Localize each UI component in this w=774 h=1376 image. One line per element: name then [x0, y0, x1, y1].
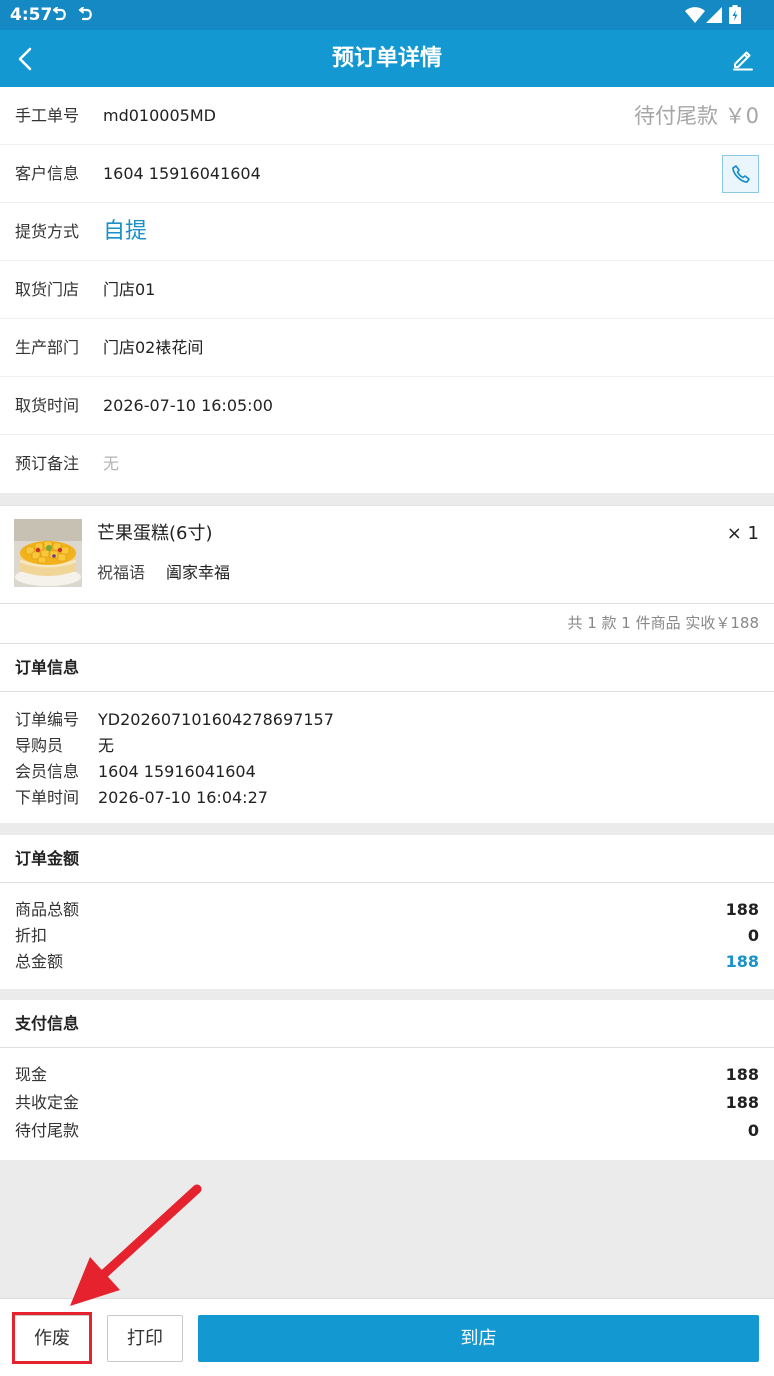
section-title: 订单金额	[15, 849, 80, 868]
detail-label: 取货门店	[15, 280, 80, 299]
payment-label: 共收定金	[15, 1093, 80, 1112]
detail-label: 取货时间	[15, 396, 80, 415]
app-header: 预订单详情	[0, 30, 774, 87]
order-details: 手工单号 md010005MD 待付尾款 ￥0 客户信息 1604 159160…	[0, 87, 774, 493]
notification-icon	[77, 6, 95, 23]
payment-row: 现金 188	[0, 1061, 774, 1089]
total-amount-value: 188	[725, 952, 759, 971]
section-title: 支付信息	[15, 1014, 80, 1033]
back-button[interactable]	[8, 42, 42, 76]
info-value: 1604 15916041604	[98, 762, 256, 781]
detail-label: 手工单号	[15, 106, 80, 125]
info-row: 订单编号 YD202607101604278697157	[0, 707, 774, 733]
phone-icon	[731, 164, 751, 184]
detail-row-department: 生产部门 门店02裱花间	[0, 319, 774, 377]
payment-info-section: 支付信息 现金 188 共收定金 188 待付尾款 0	[0, 1000, 774, 1160]
amount-value: 0	[747, 926, 759, 945]
battery-icon	[729, 5, 741, 24]
amount-row: 折扣 0	[0, 923, 774, 949]
amount-row: 商品总额 188	[0, 897, 774, 923]
amount-label: 折扣	[15, 926, 48, 945]
section-header: 订单信息	[0, 644, 774, 692]
signal-icon	[706, 7, 722, 23]
detail-label: 客户信息	[15, 164, 80, 183]
detail-value: 门店01	[103, 280, 156, 299]
product-image	[14, 519, 82, 587]
detail-row-remark: 预订备注 无	[0, 435, 774, 493]
arrive-button[interactable]: 到店	[198, 1315, 759, 1362]
notification-icon	[51, 6, 69, 23]
info-value: 2026-07-10 16:04:27	[98, 788, 268, 807]
delivery-method-value: 自提	[103, 219, 148, 244]
amount-row: 总金额 188	[0, 949, 774, 975]
product-name: 芒果蛋糕(6寸)	[97, 523, 213, 544]
amount-label: 商品总额	[15, 900, 80, 919]
balance-due-text: 待付尾款 ￥0	[633, 104, 759, 128]
info-label: 导购员	[15, 736, 64, 755]
amount-label: 总金额	[15, 952, 64, 971]
detail-label: 提货方式	[15, 222, 80, 241]
detail-value: 门店02裱花间	[103, 338, 204, 357]
info-value: YD202607101604278697157	[98, 710, 334, 729]
detail-label: 生产部门	[15, 338, 80, 357]
payment-label: 待付尾款	[15, 1121, 80, 1140]
payment-label: 现金	[15, 1065, 48, 1084]
summary-text: 共 1 款 1 件商品 实收￥188	[567, 614, 759, 632]
call-customer-button[interactable]	[722, 155, 759, 193]
detail-value: 1604 15916041604	[103, 164, 261, 183]
detail-row-manual-no: 手工单号 md010005MD 待付尾款 ￥0	[0, 87, 774, 145]
info-row: 下单时间 2026-07-10 16:04:27	[0, 785, 774, 811]
info-label: 订单编号	[15, 710, 80, 729]
detail-label: 预订备注	[15, 454, 80, 473]
detail-value: md010005MD	[103, 106, 216, 125]
payment-value: 188	[725, 1093, 759, 1112]
info-label: 会员信息	[15, 762, 80, 781]
wifi-icon	[685, 7, 705, 23]
edit-icon	[731, 47, 755, 71]
payment-value: 188	[725, 1065, 759, 1084]
info-label: 下单时间	[15, 788, 80, 807]
annotation-arrow-icon	[0, 1170, 220, 1320]
info-row: 导购员 无	[0, 733, 774, 759]
back-arrow-icon	[17, 47, 33, 71]
section-header: 订单金额	[0, 835, 774, 883]
amount-value: 188	[725, 900, 759, 919]
section-title: 订单信息	[15, 658, 80, 677]
product-item: 芒果蛋糕(6寸) × 1 祝福语 阖家幸福	[0, 505, 774, 604]
order-info-section: 订单信息 订单编号 YD202607101604278697157 导购员 无 …	[0, 644, 774, 823]
order-amount-section: 订单金额 商品总额 188 折扣 0 总金额 188	[0, 835, 774, 989]
payment-row: 待付尾款 0	[0, 1117, 774, 1145]
detail-row-delivery: 提货方式 自提	[0, 203, 774, 261]
info-value: 无	[98, 736, 115, 755]
status-time: 4:57	[10, 5, 53, 25]
payment-value: 0	[747, 1121, 759, 1140]
detail-value: 2026-07-10 16:05:00	[103, 396, 273, 415]
status-bar: 4:57	[0, 0, 774, 30]
detail-value: 无	[103, 454, 120, 473]
edit-button[interactable]	[726, 42, 760, 76]
payment-row: 共收定金 188	[0, 1089, 774, 1117]
section-header: 支付信息	[0, 1000, 774, 1048]
detail-row-customer: 客户信息 1604 15916041604	[0, 145, 774, 203]
blessing-text: 阖家幸福	[166, 563, 231, 582]
detail-row-store: 取货门店 门店01	[0, 261, 774, 319]
detail-row-pickup-time: 取货时间 2026-07-10 16:05:00	[0, 377, 774, 435]
blessing-label: 祝福语	[97, 563, 146, 582]
page-title: 预订单详情	[331, 46, 442, 71]
print-button[interactable]: 打印	[107, 1315, 183, 1362]
product-quantity: × 1	[726, 523, 759, 544]
order-summary: 共 1 款 1 件商品 实收￥188	[0, 604, 774, 644]
info-row: 会员信息 1604 15916041604	[0, 759, 774, 785]
